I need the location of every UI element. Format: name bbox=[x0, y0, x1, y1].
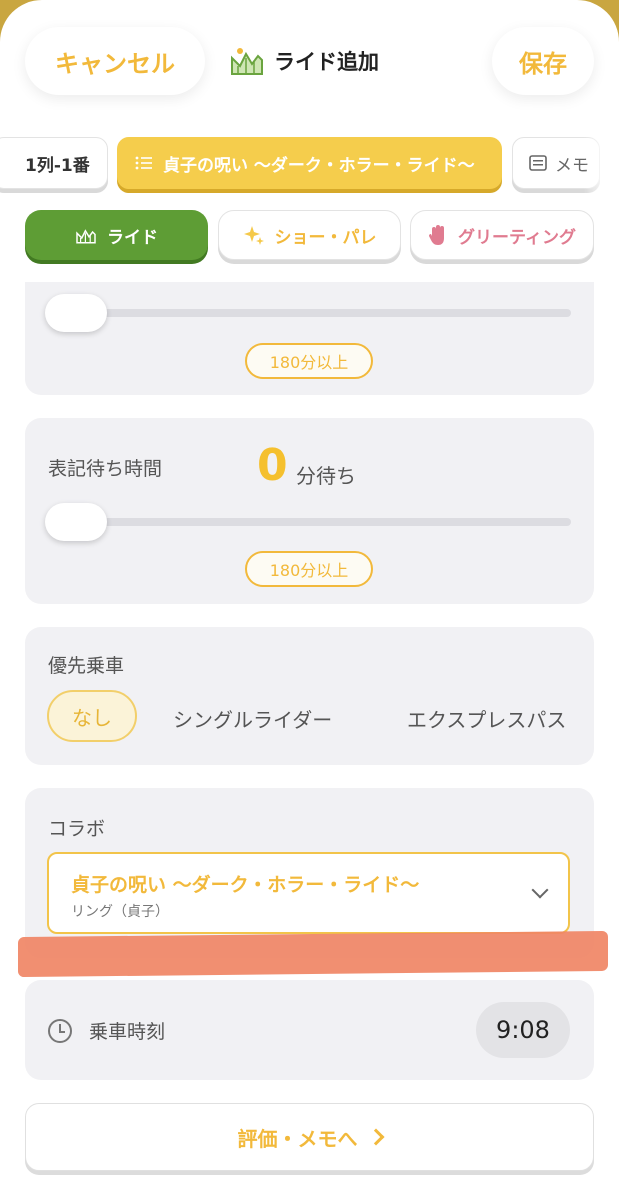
ride-graph-icon bbox=[76, 229, 96, 244]
ride-time-value[interactable]: 9:08 bbox=[476, 1002, 570, 1058]
slider-track bbox=[50, 309, 571, 317]
tab-ride[interactable]: ライド bbox=[25, 210, 208, 260]
ride-graph-icon bbox=[231, 48, 263, 75]
collab-title: 貞子の呪い 〜ダーク・ホラー・ライド〜 bbox=[71, 874, 420, 896]
cancel-button[interactable]: キャンセル bbox=[25, 27, 205, 95]
posted-wait-unit: 分待ち bbox=[296, 464, 356, 488]
memo-button[interactable]: 評価・メモへ bbox=[25, 1103, 594, 1171]
scroll-fade bbox=[584, 137, 619, 197]
posted-wait-label: 表記待ち時間 bbox=[48, 458, 163, 480]
ride-time-label: 乗車時刻 bbox=[89, 1021, 166, 1043]
collab-label: コラボ bbox=[48, 818, 106, 840]
page-title: ライド追加 bbox=[274, 50, 379, 74]
tab-ride-label: ライド bbox=[107, 227, 158, 248]
ride-chip-row: 1列-1番 貞子の呪い 〜ダーク・ホラー・ライド〜 メモ bbox=[0, 137, 619, 197]
tab-show-label: ショー・パレ bbox=[274, 227, 377, 248]
tab-show[interactable]: ショー・パレ bbox=[218, 210, 401, 260]
slider-thumb[interactable] bbox=[45, 503, 107, 541]
ride-chip-selected-label: 貞子の呪い 〜ダーク・ホラー・ライド〜 bbox=[163, 155, 475, 176]
list-icon bbox=[135, 156, 152, 170]
priority-option-none[interactable]: なし bbox=[47, 690, 137, 742]
wave-hand-icon bbox=[429, 225, 444, 245]
actual-wait-card: 180分以上 bbox=[25, 282, 594, 395]
collab-select[interactable]: 貞子の呪い 〜ダーク・ホラー・ライド〜 リング（貞子） bbox=[47, 852, 570, 934]
priority-option-express-pass[interactable]: エクスプレスパス bbox=[407, 704, 566, 733]
posted-wait-card: 表記待ち時間 0 分待ち 180分以上 bbox=[25, 418, 594, 604]
header-title: ライド追加 bbox=[230, 44, 379, 78]
collab-subtitle: リング（貞子） bbox=[71, 904, 169, 920]
posted-wait-value: 0 bbox=[257, 440, 288, 491]
highlight-mark bbox=[18, 930, 608, 978]
priority-card: 優先乗車 なし シングルライダー エクスプレスパス bbox=[25, 627, 594, 765]
sheet: キャンセル ライド追加 保存 1列-1番 貞子の呪い 〜ダーク・ホラー・ライド〜 bbox=[0, 0, 619, 1199]
slider-thumb[interactable] bbox=[45, 294, 107, 332]
memo-button-label: 評価・メモへ bbox=[237, 1126, 358, 1151]
tab-greeting[interactable]: グリーティング bbox=[410, 210, 594, 260]
ride-chip-prev[interactable]: 1列-1番 bbox=[0, 137, 108, 189]
ride-time-card: 乗車時刻 9:08 bbox=[25, 980, 594, 1080]
ride-chip-selected[interactable]: 貞子の呪い 〜ダーク・ホラー・ライド〜 bbox=[117, 137, 502, 189]
save-button[interactable]: 保存 bbox=[492, 27, 594, 95]
chevron-right-icon bbox=[367, 1128, 384, 1146]
chevron-down-icon bbox=[531, 881, 549, 899]
ride-chip-prev-label: 1列-1番 bbox=[25, 155, 90, 176]
tab-greeting-label: グリーティング bbox=[458, 227, 576, 248]
slider-track bbox=[50, 518, 571, 526]
memo-icon bbox=[529, 155, 547, 171]
slider-max-badge: 180分以上 bbox=[245, 551, 373, 587]
priority-option-single-rider[interactable]: シングルライダー bbox=[173, 704, 332, 733]
sparkle-icon bbox=[243, 226, 264, 245]
slider-max-badge: 180分以上 bbox=[245, 343, 373, 379]
priority-options: なし シングルライダー エクスプレスパス bbox=[25, 627, 574, 765]
clock-icon bbox=[48, 1019, 72, 1043]
